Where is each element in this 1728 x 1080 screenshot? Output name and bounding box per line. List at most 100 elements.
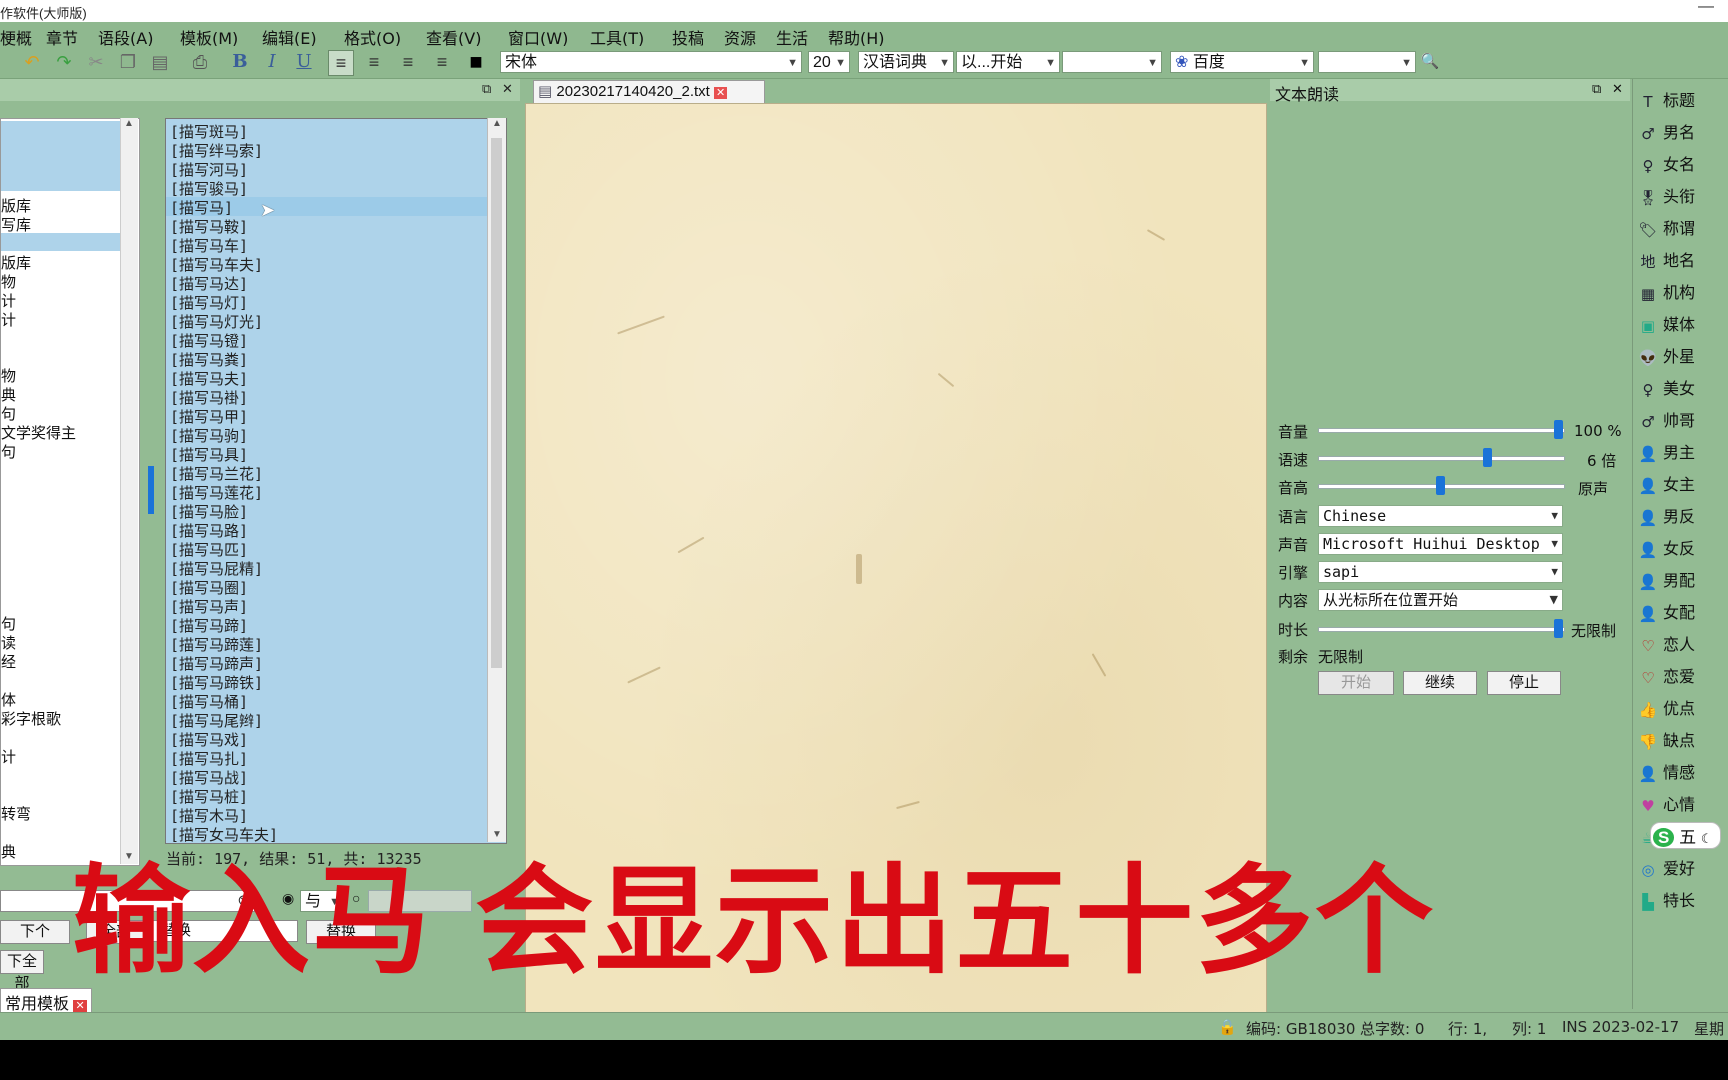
start-button[interactable]: 开始 [1318, 671, 1394, 695]
list-item[interactable]: [描写马蹄铁] [170, 672, 263, 692]
speed-slider[interactable] [1318, 456, 1565, 461]
tree-item[interactable]: 版库 [1, 195, 31, 216]
tag-button[interactable]: 👍 优点 [1637, 695, 1695, 723]
tag-button[interactable]: 👤 男反 [1637, 503, 1695, 531]
bold-icon[interactable]: B [228, 50, 252, 74]
tag-button[interactable]: ▙ 特长 [1637, 887, 1695, 915]
scroll-down-icon[interactable]: ▼ [492, 829, 502, 840]
list-item[interactable]: [描写绊马索] [170, 140, 263, 160]
scroll-up-icon[interactable]: ▲ [492, 118, 502, 129]
list-item[interactable]: [描写女马车夫] [170, 824, 278, 843]
list-item[interactable]: [描写马褂] [170, 387, 248, 407]
pin-icon[interactable]: ⧉ [482, 81, 491, 97]
close-icon[interactable]: ✕ [73, 1000, 87, 1012]
list-item[interactable]: [描写马蹄] [170, 615, 248, 635]
list-item[interactable]: [描写马莲花] [170, 482, 263, 502]
align-left-icon[interactable]: ≡ [328, 50, 354, 76]
web-search-input[interactable]: ▼ [1318, 51, 1416, 73]
tag-button[interactable]: T 标题 [1637, 87, 1695, 115]
dictionary-select[interactable]: 汉语词典 ▼ [858, 51, 954, 73]
next-button[interactable]: 下个 [0, 920, 70, 944]
duration-slider[interactable] [1318, 627, 1565, 632]
tag-button[interactable]: 地地名 [1637, 247, 1695, 275]
list-item[interactable]: [描写马蹄莲] [170, 634, 263, 654]
tag-button[interactable]: ▣ 媒体 [1637, 311, 1695, 339]
tag-button[interactable]: ♂ 帅哥 [1637, 407, 1695, 435]
list-item[interactable]: [描写马] [166, 197, 490, 217]
template-result-list[interactable]: [描写斑马] [描写绊马索] [描写河马] [描写骏马] [描写马] [描写马鞍] [描写马… [165, 118, 507, 844]
list-item[interactable]: [描写马驹] [170, 425, 248, 445]
list-item[interactable]: [描写马车] [170, 235, 248, 255]
list-item[interactable]: [描写马扎] [170, 748, 248, 768]
list-item[interactable]: [描写骏马] [170, 178, 248, 198]
list-scrollbar[interactable]: ▲ ▼ [487, 118, 506, 842]
tree-item[interactable]: 句 [1, 403, 16, 424]
list-item[interactable]: [描写马灯光] [170, 311, 263, 331]
tree-item[interactable]: 写库 [1, 214, 31, 235]
list-item[interactable]: [描写马蹄声] [170, 653, 263, 673]
minimize-button[interactable]: — [1698, 0, 1714, 16]
list-item[interactable]: [描写马尾辫] [170, 710, 263, 730]
tree-scrollbar[interactable]: ▲ ▼ [120, 118, 138, 864]
paste-icon[interactable]: ▤ [148, 50, 172, 74]
tree-item[interactable]: 读 [1, 632, 16, 653]
tag-button[interactable]: ♀ 美女 [1637, 375, 1696, 403]
tree-item[interactable]: 计 [1, 290, 16, 311]
category-tree[interactable]: 版库 写库 版库 物 计 计 物 典 句 文学奖得主 句 句 读 经 体 彩字根… [0, 118, 140, 866]
voice-select[interactable]: Microsoft Huihui Desktop ▼ [1318, 533, 1563, 555]
font-family-select[interactable]: 宋体 ▼ [500, 51, 802, 73]
tag-button[interactable]: 👤 女反 [1637, 535, 1695, 563]
tag-button[interactable]: ♡ 恋爱 [1637, 663, 1695, 691]
undo-icon[interactable]: ↶ [20, 50, 44, 74]
list-item[interactable]: [描写马具] [170, 444, 248, 464]
list-item[interactable]: [描写马圈] [170, 577, 248, 597]
list-item[interactable]: [描写马屁精] [170, 558, 263, 578]
list-item[interactable]: [描写马脸] [170, 501, 248, 521]
tag-button[interactable]: 👤 男主 [1637, 439, 1695, 467]
close-tab-icon[interactable]: ✕ [714, 87, 728, 99]
tree-item[interactable]: 文学奖得主 [1, 422, 76, 443]
search-engine-select[interactable]: ❀ 百度 ▼ [1170, 51, 1314, 73]
list-item[interactable]: [描写马桶] [170, 691, 248, 711]
tag-button[interactable]: 👤 情感 [1637, 759, 1695, 787]
tree-item[interactable]: 版库 [1, 252, 31, 273]
list-item[interactable]: [描写马戏] [170, 729, 248, 749]
list-item[interactable]: [描写马灯] [170, 292, 248, 312]
align-center-icon[interactable]: ≡ [362, 50, 386, 74]
tag-button[interactable]: ▦ 机构 [1637, 279, 1695, 307]
tag-button[interactable]: 👎 缺点 [1637, 727, 1695, 755]
language-select[interactable]: Chinese ▼ [1318, 505, 1563, 527]
list-item[interactable]: [描写马夫] [170, 368, 248, 388]
ime-indicator[interactable]: S 五 ☾ [1650, 822, 1722, 849]
font-size-select[interactable]: 20 ▼ [808, 51, 850, 73]
list-item[interactable]: [描写马桩] [170, 786, 248, 806]
engine-select[interactable]: sapi ▼ [1318, 561, 1563, 583]
list-item[interactable]: [描写马兰花] [170, 463, 263, 483]
list-item[interactable]: [描写马鞍] [170, 216, 248, 236]
tag-button[interactable]: ♡ 恋人 [1637, 631, 1695, 659]
continue-button[interactable]: 继续 [1403, 671, 1477, 695]
italic-icon[interactable]: I [260, 50, 284, 74]
tag-button[interactable]: 🏷 称谓 [1637, 215, 1695, 243]
tag-button[interactable]: 👽 外星 [1637, 343, 1695, 371]
tree-item[interactable]: 物 [1, 365, 16, 386]
tag-button[interactable]: 👤 女配 [1637, 599, 1695, 627]
match-mode-select[interactable]: 以...开始 ▼ [956, 51, 1060, 73]
tree-item[interactable]: 典 [1, 841, 16, 862]
list-item[interactable]: [描写木马] [170, 805, 248, 825]
list-item[interactable]: [描写河马] [170, 159, 248, 179]
tree-item[interactable]: 彩字根歌 [1, 708, 61, 729]
tree-item[interactable]: 典 [1, 384, 16, 405]
tree-item[interactable]: 经 [1, 651, 16, 672]
close-icon[interactable]: ✕ [1612, 81, 1623, 97]
scroll-thumb[interactable] [491, 138, 502, 668]
align-right-icon[interactable]: ≡ [396, 50, 420, 74]
print-icon[interactable]: ⎙ [188, 50, 212, 74]
color-swatch-icon[interactable]: ■ [464, 50, 488, 74]
tree-item[interactable]: 句 [1, 441, 16, 462]
volume-slider-thumb[interactable] [1554, 420, 1563, 439]
volume-slider[interactable] [1318, 428, 1565, 433]
list-item[interactable]: [描写马镫] [170, 330, 248, 350]
cut-icon[interactable]: ✂ [84, 50, 108, 74]
list-item[interactable]: [描写马车夫] [170, 254, 263, 274]
